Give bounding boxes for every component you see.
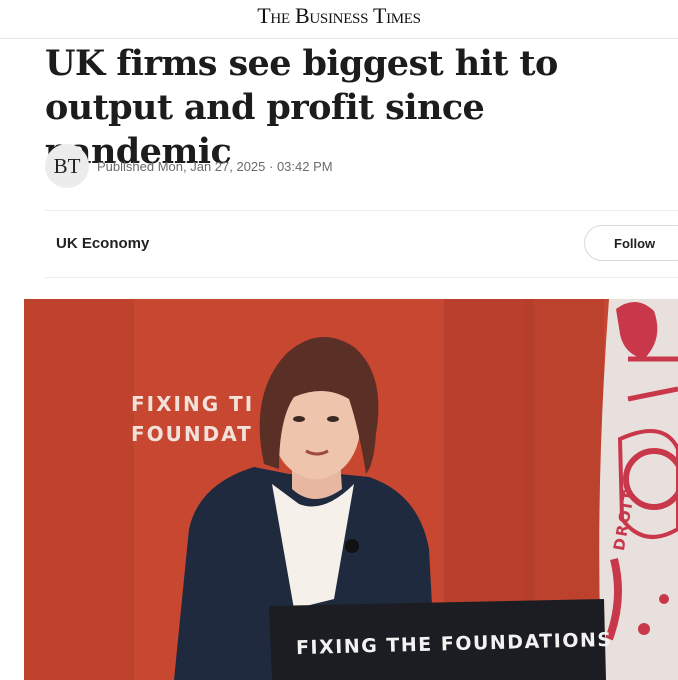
backdrop-text-line2: FOUNDAT [131, 422, 253, 446]
byline: BT Published Mon, Jan 27, 2025 · 03:42 P… [45, 144, 333, 188]
published-date: Published Mon, Jan 27, 2025 · 03:42 PM [97, 158, 333, 174]
divider-top [45, 210, 678, 211]
follow-button[interactable]: Follow [584, 225, 678, 261]
hero-photo-illustration [24, 299, 678, 680]
backdrop-text-line1: FIXING TI [131, 392, 255, 416]
hero-image: FIXING TI FOUNDAT FIXING THE FOUNDATIONS… [24, 299, 678, 680]
masthead: The Business Times [0, 0, 678, 39]
topic-link-uk-economy[interactable]: UK Economy [56, 235, 149, 252]
author-avatar[interactable]: BT [45, 144, 89, 188]
divider-bottom [45, 277, 678, 278]
site-logo[interactable]: The Business Times [257, 3, 421, 29]
